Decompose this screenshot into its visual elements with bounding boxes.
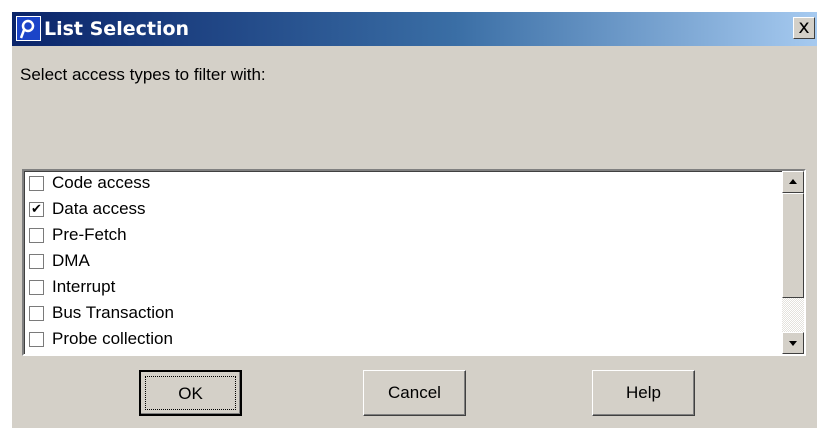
cancel-button[interactable]: Cancel [363,370,466,416]
scroll-up-button[interactable] [782,171,804,193]
list-item-label: DMA [52,251,90,270]
list-selection-dialog: List Selection x Select access types to … [12,12,817,428]
list-item-label: Data access [52,199,146,218]
checkbox[interactable] [29,279,44,295]
list-item-label: Pre-Fetch [52,225,127,244]
app-icon [16,16,41,41]
help-button[interactable]: Help [592,370,695,416]
checkbox[interactable] [29,227,44,243]
list-item-label: Probe collection [52,329,173,348]
list-item[interactable]: Interrupt [29,274,115,300]
ok-button[interactable]: OK [139,370,242,416]
list-item[interactable]: Probe collection [29,326,173,352]
checkbox-checked[interactable]: ✔ [29,201,44,217]
list-item-label: Code access [52,173,151,192]
scroll-down-button[interactable] [782,332,804,354]
vertical-scrollbar[interactable] [782,171,804,354]
list-item-label: Interrupt [52,277,116,296]
ok-button-label: OK [145,376,236,410]
arrow-up-icon [789,179,797,184]
window-title: List Selection [44,18,190,40]
list-item-label: Bus Transaction [52,303,174,322]
list-item[interactable]: Bus Transaction [29,300,174,326]
list-item[interactable]: Pre-Fetch [29,222,127,248]
list-item[interactable]: Code access [29,171,151,196]
scroll-thumb[interactable] [782,193,804,298]
list-item[interactable]: ✔ Data access [29,196,146,222]
list-item[interactable]: DMA [29,248,90,274]
checkbox[interactable] [29,331,44,347]
checkbox[interactable] [29,175,44,191]
access-type-list[interactable]: Code access ✔ Data access Pre-Fetch DMA … [22,169,806,356]
arrow-down-icon [789,341,797,346]
checkbox[interactable] [29,253,44,269]
close-button[interactable]: x [793,17,815,39]
title-bar[interactable]: List Selection x [12,12,817,46]
instruction-label: Select access types to filter with: [20,65,266,84]
checkbox[interactable] [29,305,44,321]
close-icon: x [798,16,810,38]
